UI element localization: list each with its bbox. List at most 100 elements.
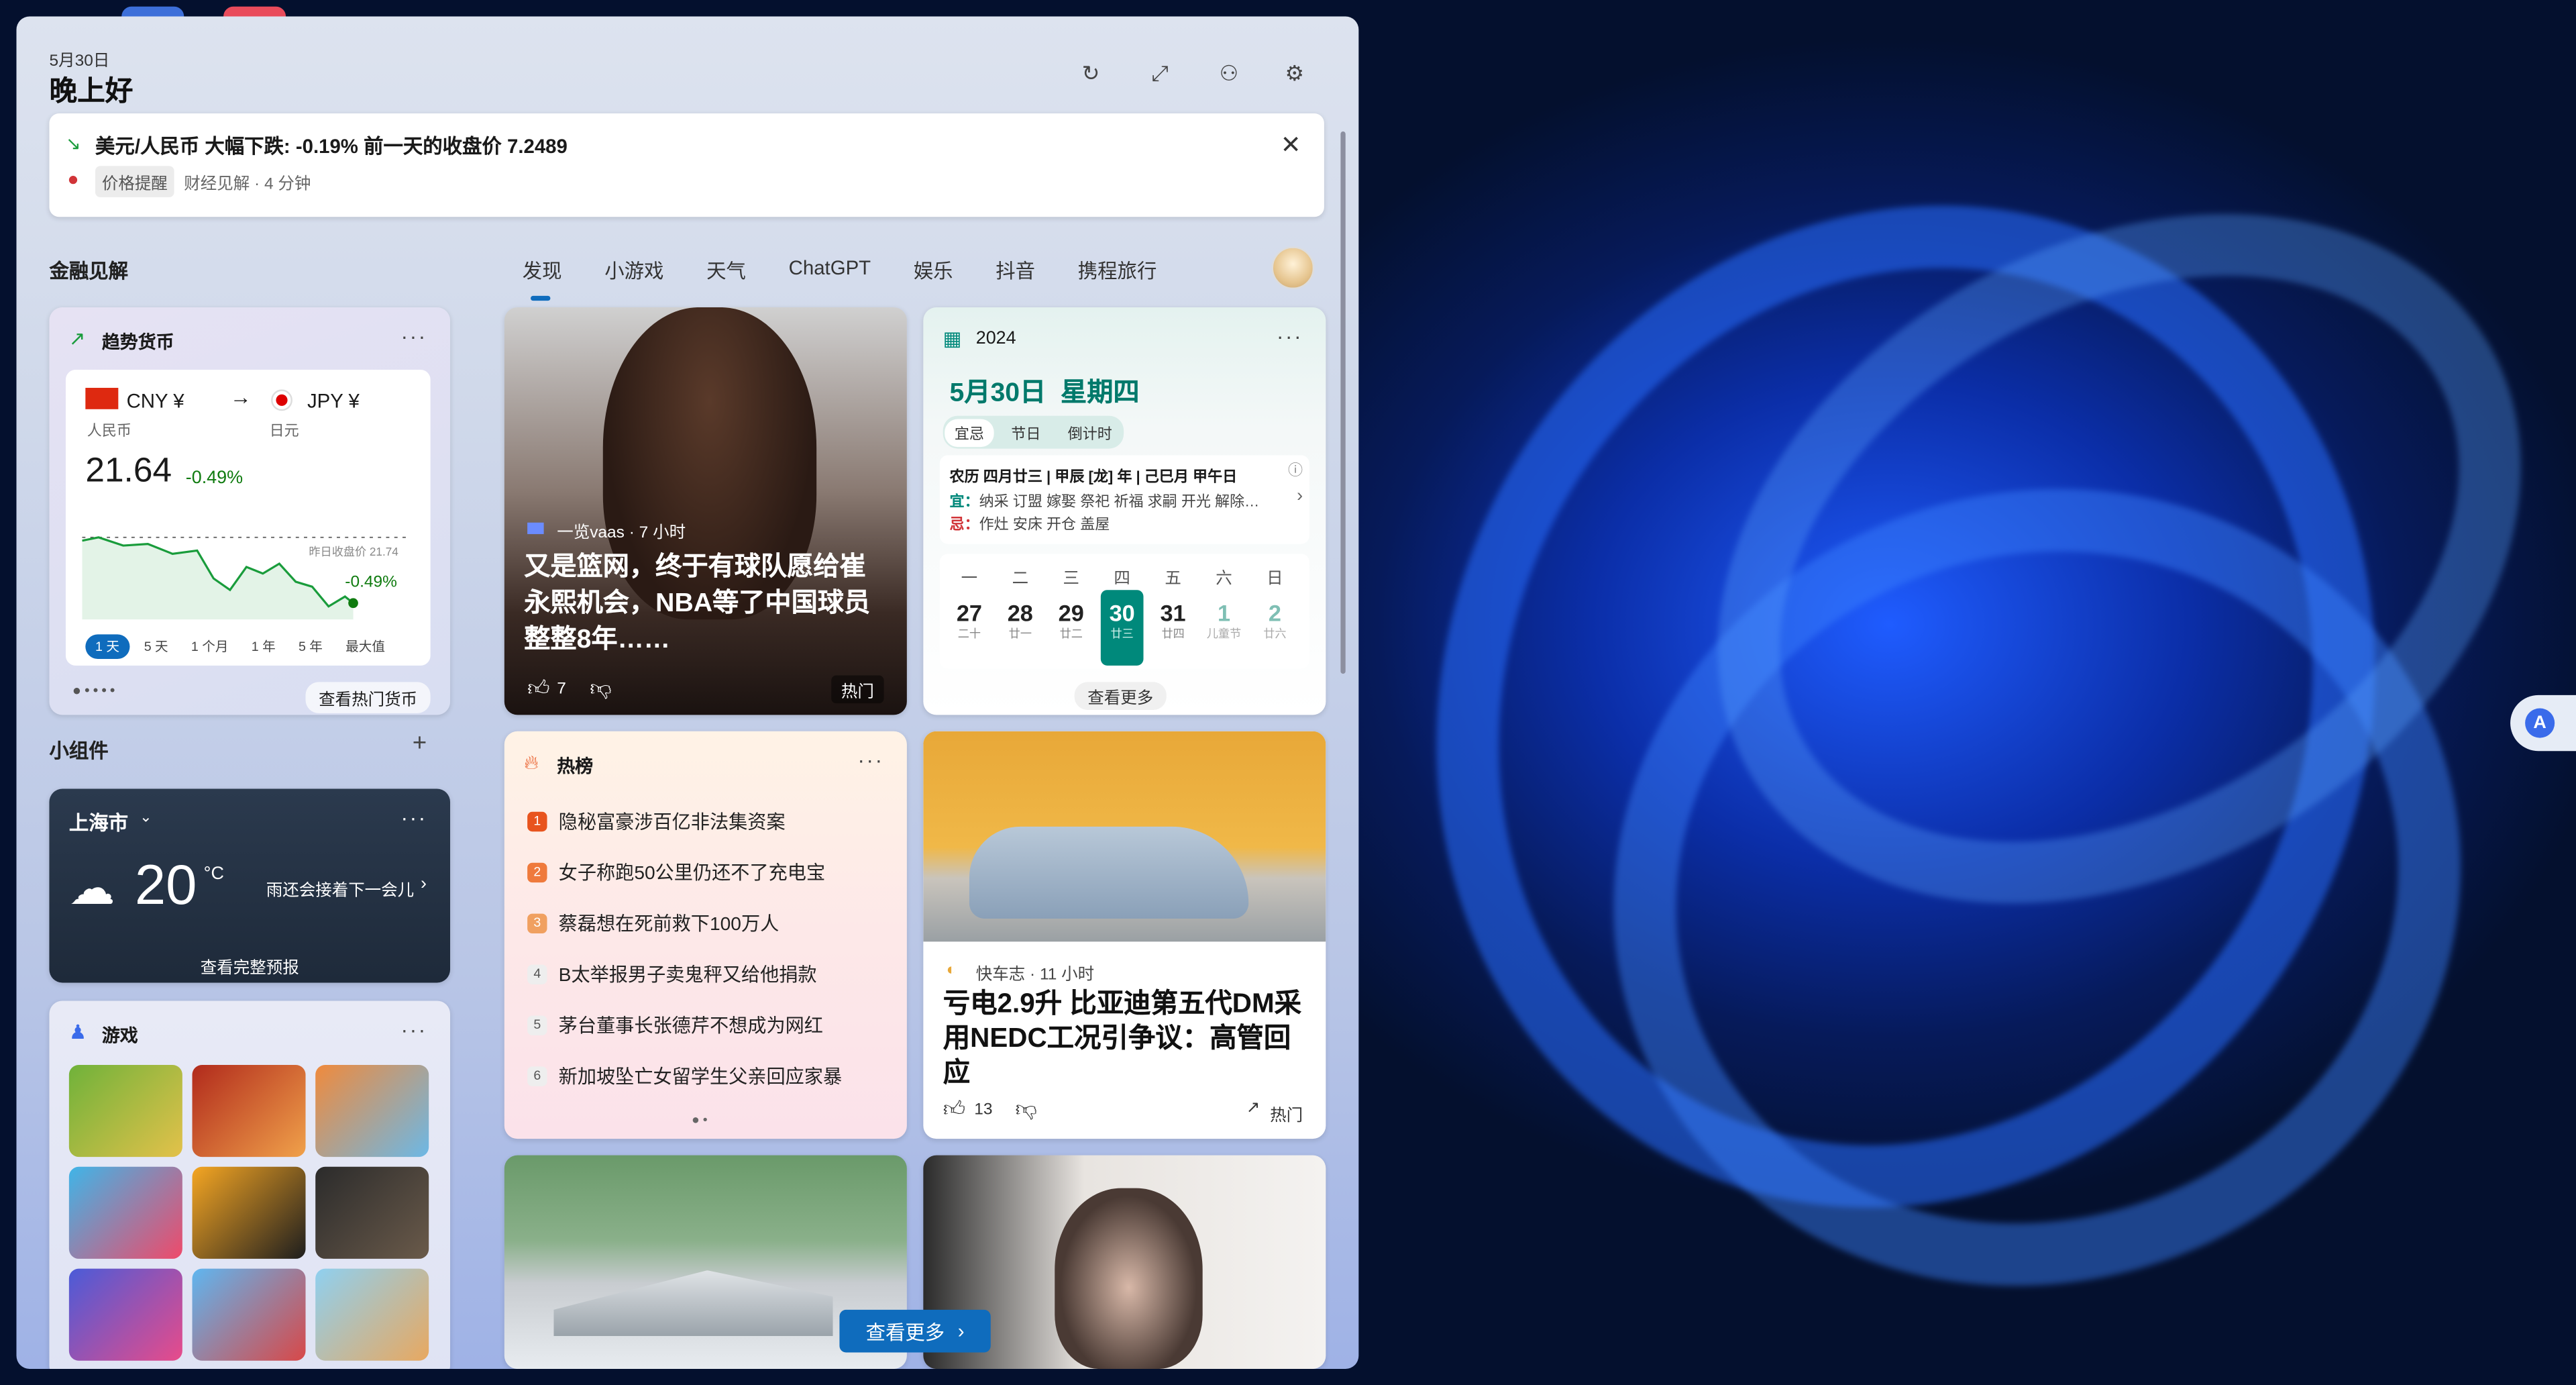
source-dot [68,176,78,185]
lunar-date: 农历 四月廿三 | 甲辰 [龙] 年 | 己巳月 甲午日 [949,468,1238,485]
calendar-day[interactable]: 28 廿一 [999,600,1042,643]
calendar-day[interactable]: 31 廿四 [1152,600,1195,643]
more-options-icon[interactable]: ··· [401,805,427,830]
chevron-right-icon[interactable]: › [421,874,427,894]
scrollbar[interactable] [1340,131,1346,674]
currency-card[interactable]: ↗ 趋势货币 ··· CNY ¥ 人民币 → JPY ¥ 日元 21.64 -0… [49,307,451,715]
game-tile-runner[interactable] [68,1166,182,1259]
like-icon[interactable]: 👍︎ [527,676,549,702]
tab-yiji[interactable]: 宜忌 [945,419,994,448]
range-max[interactable]: 最大值 [337,634,393,659]
price-alert-card[interactable]: ↘ 美元/人民币 大幅下跌: -0.19% 前一天的收盘价 7.2489 价格提… [49,113,1324,217]
hotlist-item[interactable]: 1 隐秘富豪涉百亿非法集资案 [527,809,786,835]
city-name[interactable]: 上海市 [69,809,128,837]
source-logo-icon: ◐ [946,961,957,980]
weekday-tue: 二 [1012,570,1029,588]
more-options-icon[interactable]: ··· [1277,323,1303,348]
tab-mini-games[interactable]: 小游戏 [604,256,663,301]
news-card-basketball[interactable]: 一览vaas · 7 小时 又是篮网，终于有球队愿给崔永熙机会，NBA等了中国球… [504,307,907,715]
calendar-day[interactable]: 2 廿六 [1254,600,1297,643]
hotlist-item[interactable]: 4 B太举报男子卖鬼秤又给他捐款 [527,962,817,988]
finance-section-title: 金融见解 [49,259,129,283]
news-source: 一览vaas · 7 小时 [557,524,686,543]
calendar-day[interactable]: 29 廿二 [1050,600,1093,643]
calendar-card[interactable]: ▦ 2024 ··· 5月30日 星期四 宜忌 节日 倒计时 农历 四月廿三 |… [923,307,1326,715]
calendar-see-more[interactable]: 查看更多 [1074,682,1167,710]
dislike-icon[interactable]: 👎︎ [1015,1096,1036,1122]
range-1y[interactable]: 1 年 [243,634,283,659]
ji-text: 作灶 安床 开仓 盖屋 [979,515,1110,533]
news-card-byd[interactable]: ◐ 快车志 · 11 小时 亏电2.9升 比亚迪第五代DM采用NEDC工况引争议… [923,731,1326,1139]
hotlist-item[interactable]: 6 新加坡坠亡女留学生父亲回应家暴 [527,1064,842,1090]
arrow-right-icon[interactable]: → [230,384,252,409]
tab-ctrip[interactable]: 携程旅行 [1078,256,1157,301]
game-tile-plants[interactable] [68,1064,182,1158]
rate-chart [82,536,411,620]
full-forecast-link[interactable]: 查看完整预报 [201,953,299,978]
rate-change: -0.49% [185,468,244,489]
info-icon[interactable]: ⓘ [1288,458,1303,480]
game-tile-dragon[interactable] [192,1166,306,1259]
tab-chatgpt[interactable]: ChatGPT [789,256,871,301]
pager-dots[interactable]: ●•••• [72,682,119,698]
tab-weather[interactable]: 天气 [706,256,746,301]
range-5y[interactable]: 5 年 [290,634,331,659]
chevron-right-icon: › [957,1319,965,1343]
tab-discover[interactable]: 发现 [523,256,562,301]
tab-countdown[interactable]: 倒计时 [1058,419,1122,447]
cloud-moon-icon: ☁ [68,862,115,914]
refresh-icon[interactable]: ↻ [1078,61,1104,87]
game-tile-moto[interactable] [315,1268,429,1361]
game-tile-hillclimb[interactable] [192,1268,306,1361]
expand-icon[interactable]: ⤢ [1146,61,1173,87]
see-more-button[interactable]: 查看更多 › [839,1309,991,1353]
range-5d[interactable]: 5 天 [136,634,176,659]
hot-badge[interactable]: 热门 [1270,1101,1303,1126]
settings-gear-icon[interactable]: ⚙ [1281,61,1307,87]
news-headline[interactable]: 又是篮网，终于有球队愿给崔永熙机会，NBA等了中国球员整整8年…… [524,550,889,659]
calendar-day[interactable]: 27 二十 [948,600,991,643]
from-name: 人民币 [87,422,131,439]
see-hot-currency-link[interactable]: 查看热门货币 [305,682,431,713]
hotlist-item[interactable]: 5 茅台董事长张德芹不想成为网红 [527,1013,823,1039]
dislike-icon[interactable]: 👎︎ [590,676,611,702]
china-flag-icon [85,387,119,409]
assistant-button[interactable]: A [2510,695,2576,752]
trend-icon: ↗ [68,327,86,350]
game-tile-adventure[interactable] [315,1064,429,1158]
game-tile-billiards[interactable] [68,1268,182,1361]
close-icon[interactable]: ✕ [1281,130,1301,160]
chart-change: -0.49% [345,573,397,592]
tab-festival[interactable]: 节日 [1002,419,1051,447]
hotlist-item[interactable]: 2 女子称跑50公里仍还不了充电宝 [527,860,825,886]
games-card[interactable]: ♟ 游戏 ··· [49,1001,451,1370]
pager-dots[interactable]: ●• [692,1113,711,1127]
games-icon: ♟ [68,1020,87,1044]
chevron-down-icon[interactable]: ⌄ [140,809,152,827]
tab-douyin[interactable]: 抖音 [996,256,1035,301]
weather-card[interactable]: 上海市 ⌄ ··· ☁ 20 °C 雨还会接着下一会儿 › 查看完整预报 [49,788,451,983]
tab-entertainment[interactable]: 娱乐 [914,256,953,301]
news-headline[interactable]: 亏电2.9升 比亚迪第五代DM采用NEDC工况引争议：高管回应 [943,988,1308,1091]
game-tile-dark[interactable] [315,1166,429,1259]
more-options-icon[interactable]: ··· [401,1017,427,1042]
game-tile-fighter[interactable] [192,1064,306,1158]
range-1d[interactable]: 1 天 [85,634,129,660]
like-icon[interactable]: 👍︎ [943,1096,965,1122]
calendar-day[interactable]: 1 儿童节 [1203,600,1246,643]
hot-badge[interactable]: 热门 [831,675,884,704]
more-options-icon[interactable]: ··· [857,748,883,772]
almanac-box[interactable]: 农历 四月廿三 | 甲辰 [龙] 年 | 己巳月 甲午日 ⓘ 宜： 纳采 订盟 … [939,455,1309,544]
weekday-wed: 三 [1063,570,1079,588]
add-widget-icon[interactable]: + [413,729,427,758]
hotlist-card[interactable]: 🔥︎ 热榜 ··· 1 隐秘富豪涉百亿非法集资案 2 女子称跑50公里仍还不了充电宝… [504,731,907,1139]
calendar-day-today[interactable]: 30 廿三 [1100,590,1144,666]
people-icon[interactable]: ⚇ [1216,61,1242,87]
chevron-right-icon[interactable]: › [1297,486,1303,506]
more-options-icon[interactable]: ··· [401,323,427,348]
exchange-rate: 21.64 [85,452,172,490]
hotlist-item[interactable]: 3 蔡磊想在死前救下100万人 [527,911,779,937]
rain-description[interactable]: 雨还会接着下一会儿 [266,876,414,901]
user-avatar[interactable] [1271,246,1315,290]
range-1m[interactable]: 1 个月 [183,634,237,659]
